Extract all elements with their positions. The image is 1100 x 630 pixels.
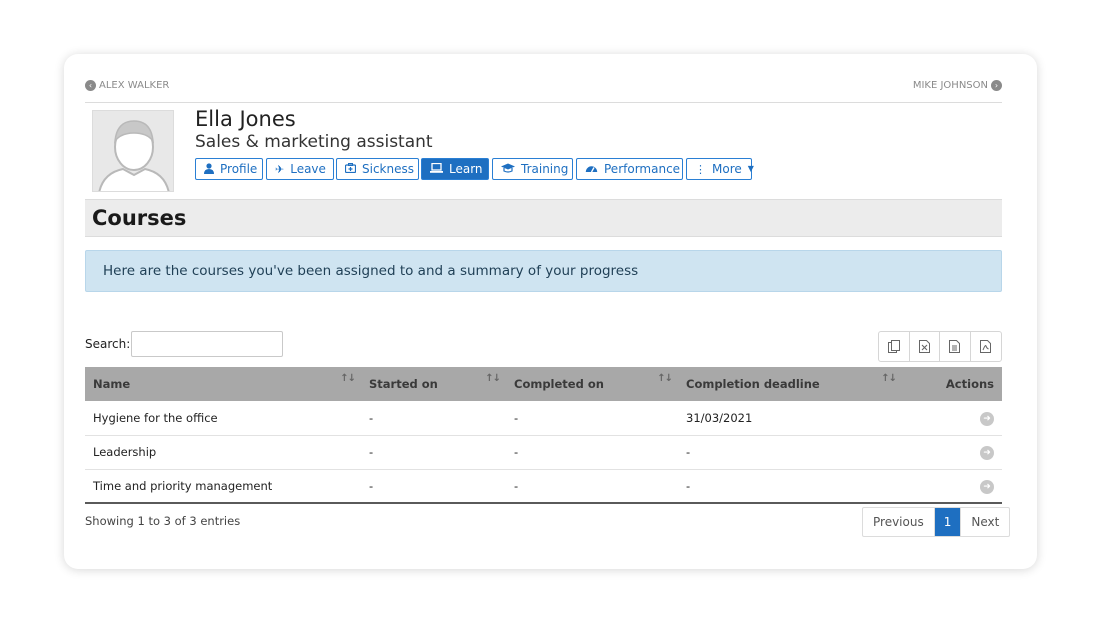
more-dropdown-label: More bbox=[712, 162, 742, 176]
tab-profile-label: Profile bbox=[220, 162, 258, 176]
cell-completed-on: - bbox=[514, 445, 519, 459]
column-header-name[interactable]: Name ↑↓ bbox=[85, 367, 361, 401]
tab-leave[interactable]: ✈ Leave bbox=[266, 158, 334, 180]
chevron-right-circle-icon: › bbox=[991, 80, 1002, 91]
next-employee-link[interactable]: MIKE JOHNSON › bbox=[913, 80, 1002, 91]
cell-completed-on: - bbox=[514, 478, 519, 493]
column-header-actions: Actions bbox=[902, 367, 1002, 401]
previous-employee-label: ALEX WALKER bbox=[99, 80, 170, 91]
arrow-right-circle-icon[interactable]: ➜ bbox=[980, 446, 994, 460]
column-header-deadline-label: Completion deadline bbox=[686, 377, 820, 391]
tab-performance[interactable]: Performance bbox=[576, 158, 683, 180]
table-header-row: Name ↑↓ Started on ↑↓ Completed on ↑↓ Co… bbox=[85, 367, 1002, 401]
employee-name: Ella Jones bbox=[195, 107, 296, 131]
tab-learn[interactable]: Learn bbox=[421, 158, 489, 180]
gauge-icon bbox=[585, 163, 598, 175]
cell-deadline: - bbox=[686, 445, 691, 459]
section-title: Courses bbox=[92, 206, 187, 230]
table-row: Leadership - - - ➜ bbox=[85, 435, 1002, 469]
sort-icon: ↑↓ bbox=[485, 373, 501, 384]
previous-page-button[interactable]: Previous bbox=[863, 508, 935, 536]
graduation-cap-icon bbox=[501, 163, 515, 175]
copy-icon bbox=[887, 340, 900, 353]
tab-leave-label: Leave bbox=[290, 162, 326, 176]
table-row: Hygiene for the office - - 31/03/2021 ➜ bbox=[85, 401, 1002, 435]
section-header: Courses bbox=[85, 199, 1002, 237]
tab-training-label: Training bbox=[521, 162, 569, 176]
avatar bbox=[92, 110, 174, 192]
cell-actions: ➜ bbox=[902, 401, 1002, 435]
column-header-completed-label: Completed on bbox=[514, 377, 604, 391]
sort-icon: ↑↓ bbox=[657, 373, 673, 384]
cell-deadline: - bbox=[686, 478, 691, 493]
chevron-left-circle-icon: ‹ bbox=[85, 80, 96, 91]
arrow-right-circle-icon[interactable]: ➜ bbox=[980, 411, 994, 426]
column-header-actions-label: Actions bbox=[945, 377, 994, 391]
medkit-icon bbox=[344, 163, 357, 175]
arrow-right-circle-icon[interactable]: ➜ bbox=[980, 479, 994, 494]
tab-performance-label: Performance bbox=[604, 162, 681, 176]
info-alert-text: Here are the courses you've been assigne… bbox=[103, 263, 639, 279]
next-employee-label: MIKE JOHNSON bbox=[912, 80, 988, 91]
user-icon bbox=[204, 162, 214, 176]
tab-profile[interactable]: Profile bbox=[195, 158, 263, 180]
vertical-dots-icon: ⋮ bbox=[695, 162, 706, 176]
sort-asc-icon: ↑↓ bbox=[340, 373, 356, 384]
caret-down-icon: ▼ bbox=[747, 164, 754, 173]
copy-button[interactable] bbox=[879, 332, 910, 361]
search-label: Search: bbox=[85, 337, 131, 351]
cell-course-name: Hygiene for the office bbox=[93, 410, 218, 425]
sort-icon: ↑↓ bbox=[881, 373, 897, 384]
more-dropdown[interactable]: ⋮ More ▼ bbox=[686, 158, 754, 180]
cell-course-name: Leadership bbox=[93, 445, 157, 459]
excel-icon bbox=[918, 340, 930, 353]
export-buttons bbox=[878, 331, 1002, 362]
cell-started-on: - bbox=[369, 445, 374, 459]
cell-course-name: Time and priority management bbox=[93, 478, 273, 493]
table-info: Showing 1 to 3 of 3 entries bbox=[85, 514, 241, 528]
column-header-started[interactable]: Started on ↑↓ bbox=[361, 367, 506, 401]
pdf-icon bbox=[980, 340, 992, 353]
csv-icon bbox=[949, 340, 961, 353]
pdf-export-button[interactable] bbox=[971, 332, 1001, 361]
pagination: Previous 1 Next bbox=[862, 507, 1011, 537]
next-page-button[interactable]: Next bbox=[961, 508, 1009, 536]
cell-started-on: - bbox=[369, 478, 374, 493]
column-header-completed[interactable]: Completed on ↑↓ bbox=[506, 367, 678, 401]
employee-navigation: ‹ ALEX WALKER MIKE JOHNSON › bbox=[85, 78, 1002, 103]
column-header-deadline[interactable]: Completion deadline ↑↓ bbox=[678, 367, 902, 401]
excel-export-button[interactable] bbox=[910, 332, 940, 361]
tab-sickness[interactable]: Sickness bbox=[336, 158, 419, 180]
plane-icon: ✈ bbox=[275, 162, 285, 176]
column-header-name-label: Name bbox=[93, 377, 131, 391]
info-alert: Here are the courses you've been assigne… bbox=[85, 250, 1002, 292]
search-input[interactable] bbox=[131, 331, 283, 357]
cell-actions: ➜ bbox=[902, 469, 1002, 503]
csv-export-button[interactable] bbox=[940, 332, 971, 361]
employee-role: Sales & marketing assistant bbox=[195, 132, 433, 152]
column-header-started-label: Started on bbox=[369, 377, 438, 391]
tab-training[interactable]: Training bbox=[492, 158, 573, 180]
tab-sickness-label: Sickness bbox=[362, 162, 414, 176]
cell-deadline: 31/03/2021 bbox=[686, 410, 753, 425]
tab-learn-label: Learn bbox=[449, 162, 483, 176]
cell-completed-on: - bbox=[514, 410, 519, 425]
table-row: Time and priority management - - - ➜ bbox=[85, 469, 1002, 503]
previous-employee-link[interactable]: ‹ ALEX WALKER bbox=[85, 80, 169, 91]
laptop-icon bbox=[430, 162, 443, 175]
cell-actions: ➜ bbox=[902, 435, 1002, 469]
avatar-placeholder-icon bbox=[93, 111, 173, 191]
cell-started-on: - bbox=[369, 410, 374, 425]
page-1-button[interactable]: 1 bbox=[934, 508, 962, 536]
courses-table: Name ↑↓ Started on ↑↓ Completed on ↑↓ Co… bbox=[85, 367, 1002, 504]
